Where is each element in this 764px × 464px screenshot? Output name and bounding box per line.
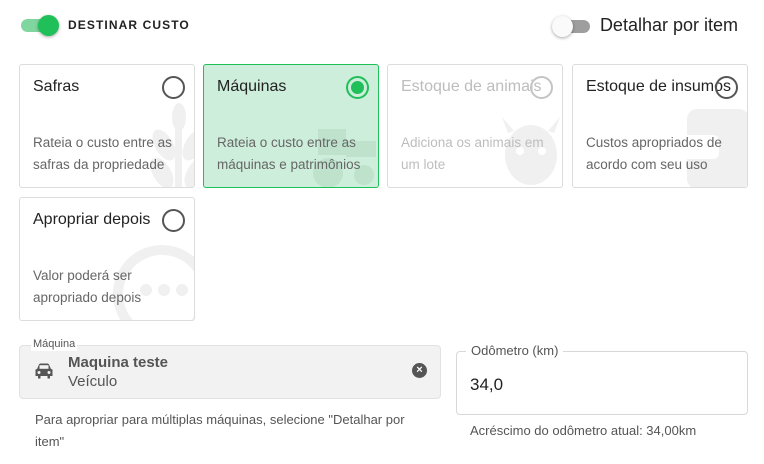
clear-icon[interactable]: × — [412, 363, 427, 378]
machine-select-label: Máquina — [31, 337, 78, 351]
option-card-apropriar-depois[interactable]: Apropriar depois Valor poderá ser apropr… — [19, 197, 195, 321]
machine-type: Veículo — [68, 373, 118, 390]
destinar-custo-toggle-group: DESTINAR CUSTO — [19, 15, 190, 36]
car-icon — [35, 363, 53, 379]
machine-select[interactable]: Máquina Maquina teste Veículo × — [19, 337, 441, 399]
option-radio[interactable] — [346, 76, 369, 99]
switch-thumb — [551, 15, 573, 37]
odometer-input[interactable]: Odômetro (km) 34,0 — [456, 342, 748, 415]
detalhar-por-item-switch[interactable] — [551, 15, 592, 37]
option-description: Rateia o custo entre as safras da propri… — [33, 135, 172, 172]
odometer-value[interactable]: 34,0 — [470, 375, 503, 395]
option-description: Custos apropriados de acordo com seu uso — [586, 135, 722, 172]
switch-thumb — [38, 15, 59, 36]
option-card-safras[interactable]: Safras Rateia o custo entre as safras da… — [19, 64, 195, 188]
option-radio[interactable] — [162, 209, 185, 232]
option-radio[interactable] — [162, 76, 185, 99]
option-title: Máquinas — [217, 78, 287, 95]
machine-name: Maquina teste — [68, 354, 169, 371]
option-radio — [530, 76, 553, 99]
option-title: Safras — [33, 78, 80, 95]
option-description: Adiciona os animais em um lote — [401, 135, 544, 172]
option-card-estoque-de-insumos[interactable]: Estoque de insumos Custos apropriados de… — [572, 64, 748, 188]
option-title: Apropriar depois — [33, 211, 151, 228]
odometer-helper-text: Acréscimo do odômetro atual: 34,00km — [470, 423, 697, 438]
machine-helper-text: Para apropriar para múltiplas máquinas, … — [35, 412, 405, 449]
option-card-maquinas[interactable]: Máquinas Rateia o custo entre as máquina… — [203, 64, 379, 188]
option-title: Estoque de insumos — [586, 78, 731, 95]
detalhar-por-item-label: Detalhar por item — [599, 15, 738, 35]
odometer-label: Odômetro (km) — [466, 342, 564, 360]
option-radio[interactable] — [715, 76, 738, 99]
option-card-estoque-de-animais: Estoque de animais Adiciona os animais e… — [387, 64, 563, 188]
option-description: Valor poderá ser apropriado depois — [33, 268, 142, 305]
destinar-custo-label: DESTINAR CUSTO — [68, 18, 190, 32]
destinar-custo-switch[interactable] — [19, 15, 59, 36]
detalhar-por-item-toggle-group: Detalhar por item — [551, 15, 738, 37]
option-title: Estoque de animais — [401, 78, 542, 95]
option-description: Rateia o custo entre as máquinas e patri… — [217, 135, 361, 172]
